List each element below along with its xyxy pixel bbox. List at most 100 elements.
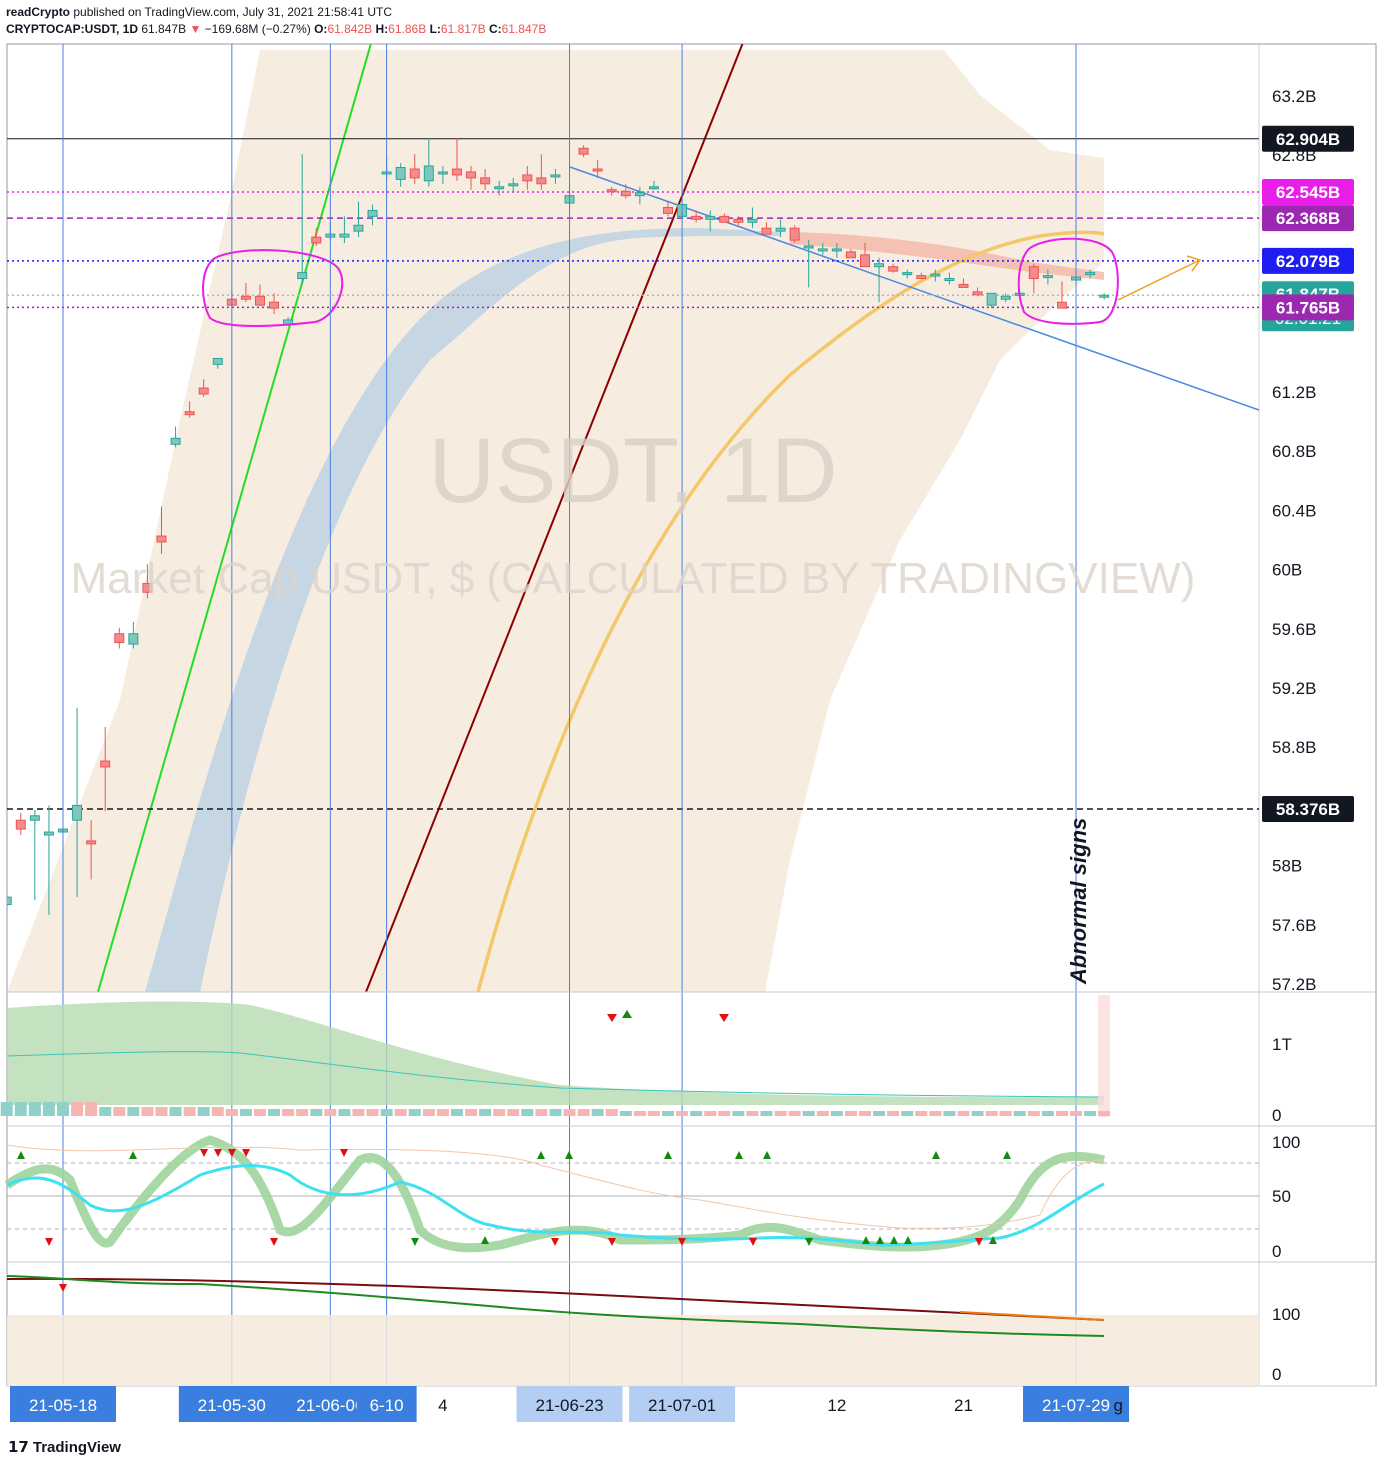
volume-bar [901, 1111, 914, 1116]
candle-body [254, 295, 265, 306]
volume-bar [915, 1111, 928, 1116]
price-axis-tick: 58.8B [1272, 738, 1316, 757]
tradingview-footer[interactable]: 𝟭𝟳 TradingView [8, 1438, 121, 1456]
candle-body [170, 437, 181, 445]
candle-body [691, 215, 702, 220]
candle-body [1085, 272, 1096, 276]
volume-bar [662, 1111, 675, 1116]
chart-canvas[interactable]: 63.2B62.8B61.2B60.8B60.4B60B59.6B59.2B58… [0, 0, 1382, 1438]
volume-bar [155, 1107, 168, 1116]
volume-bar [408, 1109, 421, 1116]
volume-bar [732, 1111, 745, 1116]
candle-body [958, 283, 969, 288]
candle-body [789, 227, 800, 241]
candle-body [198, 387, 209, 395]
candle-body [114, 633, 125, 644]
sub-axis-tick: 1T [1272, 1035, 1292, 1054]
candle-body [972, 291, 983, 296]
candle-body [466, 171, 477, 179]
candle-body [339, 233, 350, 238]
volume-bar [183, 1107, 196, 1116]
price-axis-label: 61.765B [1276, 298, 1340, 317]
volume-bar [0, 1102, 13, 1116]
volume-bar [436, 1109, 449, 1116]
volume-bar [633, 1111, 646, 1116]
candle-body [353, 224, 364, 232]
candle-body [634, 192, 645, 197]
volume-bar [422, 1109, 435, 1116]
price-axis-tick: 57.6B [1272, 916, 1316, 935]
trend-zone-area [7, 1315, 1259, 1386]
price-axis-label: 62.904B [1276, 130, 1340, 149]
candle-body [156, 535, 167, 543]
candle-body [705, 215, 716, 220]
candle-body [930, 273, 941, 277]
candle-body [1056, 301, 1067, 309]
price-axis-label: 58.376B [1276, 800, 1340, 819]
abnormal-signs-label: Abnormal signs [1066, 818, 1091, 985]
volume-bar [718, 1111, 731, 1116]
candle-body [1000, 295, 1011, 300]
volume-bar [535, 1109, 548, 1116]
price-axis-tick: 63.2B [1272, 87, 1316, 106]
volume-bar [619, 1111, 632, 1116]
candle-body [423, 165, 434, 182]
candle-body [536, 177, 547, 185]
volume-bar [14, 1102, 27, 1116]
volume-bar [985, 1111, 998, 1116]
price-axis-label: 62.079B [1276, 252, 1340, 271]
volume-bar [282, 1109, 295, 1116]
date-axis-label: 21-05-18 [29, 1396, 97, 1415]
candle-body [100, 760, 111, 768]
sub-axis-tick: 100 [1272, 1305, 1300, 1324]
volume-bar [239, 1109, 252, 1116]
volume-bar [352, 1109, 365, 1116]
candle-body [86, 840, 97, 845]
date-axis-label: 21-07-01 [648, 1396, 716, 1415]
volume-bar [1070, 1111, 1083, 1116]
candle-body [831, 248, 842, 252]
candle-body [859, 254, 870, 268]
date-axis-label: 12 [827, 1396, 846, 1415]
price-axis-label: 62.545B [1276, 183, 1340, 202]
candle-body [1099, 294, 1110, 298]
volume-bar [71, 1102, 84, 1116]
watermark-symbol: USDT, 1D [429, 420, 838, 522]
volume-bar [844, 1111, 857, 1116]
date-axis-label: 21-06-23 [535, 1396, 603, 1415]
volume-bar [760, 1111, 773, 1116]
volume-bar [394, 1109, 407, 1116]
candle-body [578, 147, 589, 155]
volume-bar [380, 1109, 393, 1116]
volume-bar [830, 1111, 843, 1116]
volume-bar [324, 1109, 337, 1116]
candle-body [72, 804, 83, 821]
volume-bar [197, 1107, 210, 1116]
candle-body [761, 227, 772, 235]
candle-body [620, 190, 631, 197]
volume-bar [774, 1111, 787, 1116]
volume-bar [591, 1109, 604, 1116]
price-axis-tick: 60B [1272, 561, 1302, 580]
date-axis-label: 21-06-06 [296, 1396, 364, 1415]
date-axis-label: 21 [954, 1396, 973, 1415]
candle-body [874, 263, 885, 268]
candle-body [269, 301, 280, 309]
volume-bar [113, 1107, 126, 1116]
candle[interactable] [789, 225, 800, 243]
candle-body [817, 248, 828, 252]
volume-bar [1055, 1111, 1068, 1116]
watermark-description: Market Cap USDT, $ (CALCULATED BY TRADIN… [71, 554, 1196, 603]
candle-body [733, 218, 744, 223]
footer-brand: TradingView [32, 1439, 121, 1456]
price-axis-tick: 59.6B [1272, 620, 1316, 639]
sub-axis-tick: 100 [1272, 1133, 1300, 1152]
volume-bar [690, 1111, 703, 1116]
price-axis-tick: 60.8B [1272, 442, 1316, 461]
volume-bar [268, 1109, 281, 1116]
volume-bar [211, 1107, 224, 1116]
sub-axis-tick: 0 [1272, 1365, 1281, 1384]
volume-bar [465, 1109, 478, 1116]
volume-bar [141, 1107, 154, 1116]
volume-bar [549, 1109, 562, 1116]
